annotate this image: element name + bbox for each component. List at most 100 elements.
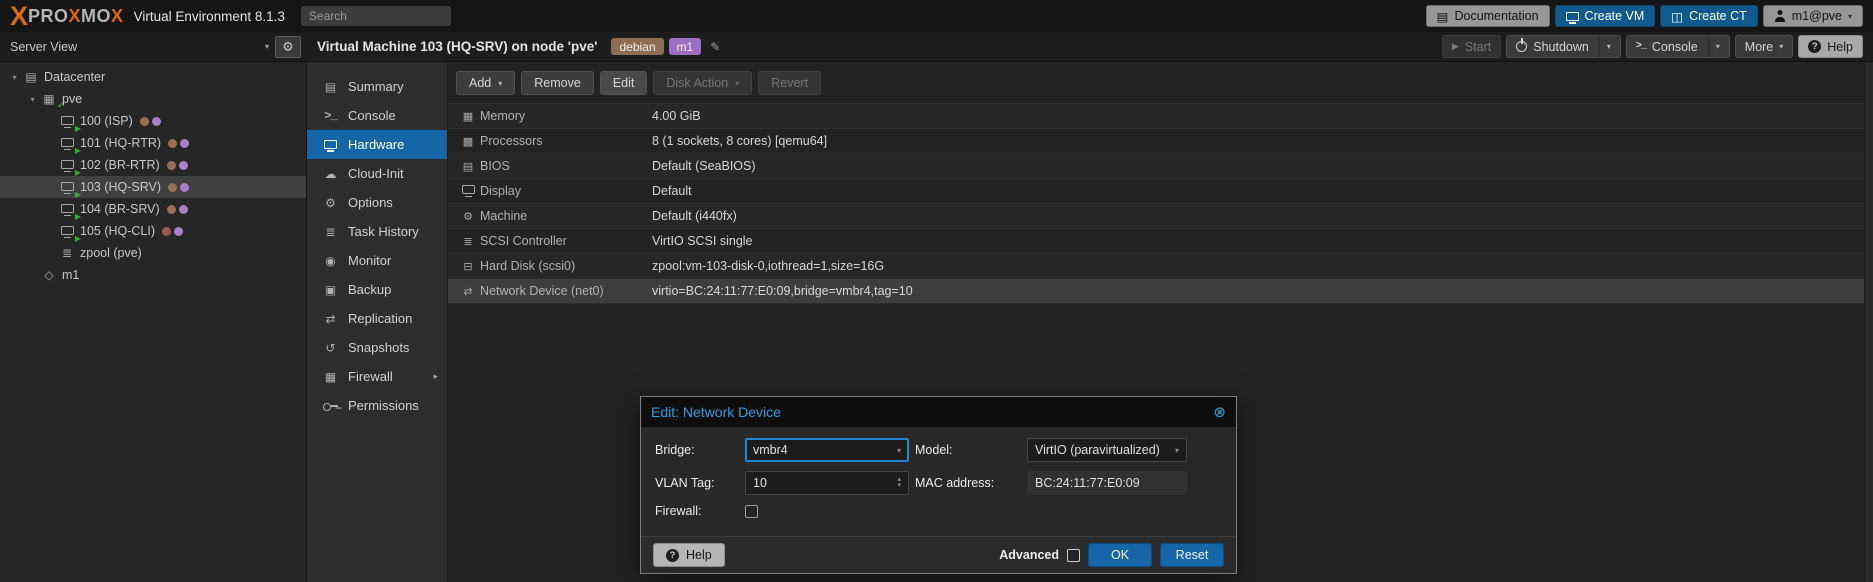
edit-network-device-dialog: Edit: Network Device Bridge: vmbr4 Model… [640,396,1237,574]
tab-console[interactable]: >_Console [307,101,447,130]
create-ct-button[interactable]: Create CT [1660,5,1757,27]
tag-badge: m1 [669,38,702,55]
vm-running-icon [57,136,77,150]
gears-icon [456,210,480,223]
chevron-down-icon[interactable] [1175,446,1179,455]
tab-hardware[interactable]: Hardware [307,130,447,159]
help-button[interactable]: ? Help [1798,35,1863,58]
submenu-arrow-icon [433,371,438,382]
close-icon[interactable] [1213,405,1226,420]
reset-button[interactable]: Reset [1160,543,1224,567]
terminal-icon: >_ [1636,41,1646,52]
user-menu-button[interactable]: m1@pve [1763,5,1863,27]
dialog-header[interactable]: Edit: Network Device [641,397,1236,427]
tab-options[interactable]: Options [307,188,447,217]
resource-tree: Datacenter pve 100 (ISP) 101 (HQ-RTR) [0,62,307,582]
add-button[interactable]: Add [456,71,515,95]
tree-item-vm-101[interactable]: 101 (HQ-RTR) [0,132,306,154]
scrollbar[interactable] [1864,62,1873,582]
vlan-tag-label: VLAN Tag: [655,471,739,495]
display-icon [456,185,480,197]
expander-icon[interactable] [8,73,21,82]
chevron-down-icon[interactable] [265,42,269,51]
gear-icon [322,196,339,210]
page-title: Virtual Machine 103 (HQ-SRV) on node 'pv… [317,39,597,54]
edit-tags-icon[interactable] [710,40,720,54]
tree-item-vm-102[interactable]: 102 (BR-RTR) [0,154,306,176]
edit-button[interactable]: Edit [600,71,648,95]
table-row-hard-disk[interactable]: Hard Disk (scsi0) zpool:vm-103-disk-0,io… [448,254,1873,279]
table-row-scsi-controller[interactable]: SCSI Controller VirtIO SCSI single [448,229,1873,254]
power-icon [1516,41,1527,52]
version-label: Virtual Environment 8.1.3 [134,9,285,24]
remove-button[interactable]: Remove [521,71,594,95]
hardware-icon [322,138,339,152]
table-row-display[interactable]: Display Default [448,179,1873,204]
chip-icon [456,160,480,173]
mac-address-input[interactable]: BC:24:11:77:E0:09 [1027,471,1187,495]
tab-permissions[interactable]: Permissions [307,391,447,420]
tree-item-vm-100[interactable]: 100 (ISP) [0,110,306,132]
create-vm-button[interactable]: Create VM [1555,5,1656,27]
search-input[interactable] [301,6,451,26]
chevron-down-icon[interactable] [1607,42,1611,51]
chevron-down-icon [1848,12,1852,21]
tree-item-tag-m1[interactable]: m1 [0,264,306,286]
spinner-arrows-icon[interactable] [897,477,901,488]
cloud-icon [322,167,339,181]
tree-item-datacenter[interactable]: Datacenter [0,66,306,88]
shutdown-button[interactable]: Shutdown [1506,35,1621,58]
cpu-icon [456,135,480,148]
table-row-bios[interactable]: BIOS Default (SeaBIOS) [448,154,1873,179]
container-cube-icon [1671,9,1683,24]
tab-firewall[interactable]: Firewall [307,362,447,391]
table-row-memory[interactable]: Memory 4.00 GiB [448,104,1873,129]
tab-snapshots[interactable]: Snapshots [307,333,447,362]
start-button[interactable]: Start [1442,35,1501,58]
bridge-combobox[interactable]: vmbr4 [745,438,909,462]
table-row-processors[interactable]: Processors 8 (1 sockets, 8 cores) [qemu6… [448,129,1873,154]
tag-dots [168,183,189,192]
tab-summary[interactable]: Summary [307,72,447,101]
console-button[interactable]: >_ Console [1626,35,1730,58]
tab-replication[interactable]: Replication [307,304,447,333]
expander-icon[interactable] [26,95,39,104]
ok-button[interactable]: OK [1088,543,1152,567]
advanced-checkbox[interactable] [1067,549,1080,562]
view-settings-button[interactable] [275,36,301,58]
tree-item-vm-103[interactable]: 103 (HQ-SRV) [0,176,306,198]
tag-badge: debian [611,38,663,55]
tag-list: debian m1 [611,38,720,55]
model-combobox[interactable]: VirtIO (paravirtualized) [1027,438,1187,462]
chevron-down-icon[interactable] [897,446,901,455]
vlan-tag-spinner[interactable]: 10 [745,471,909,495]
tab-cloud-init[interactable]: Cloud-Init [307,159,447,188]
datacenter-icon [21,70,41,84]
revert-button[interactable]: Revert [758,71,821,95]
list-icon [322,225,339,239]
tree-item-vm-105[interactable]: 105 (HQ-CLI) [0,220,306,242]
server-view-panel: Server View [0,32,307,61]
tab-backup[interactable]: Backup [307,275,447,304]
chevron-down-icon[interactable] [1716,42,1720,51]
tab-task-history[interactable]: Task History [307,217,447,246]
more-button[interactable]: More [1735,35,1794,58]
firewall-field [745,504,909,518]
table-row-machine[interactable]: Machine Default (i440fx) [448,204,1873,229]
server-view-dropdown[interactable]: Server View [10,40,259,54]
table-row-network-device[interactable]: Network Device (net0) virtio=BC:24:11:77… [448,279,1873,304]
vm-menu: Summary >_Console Hardware Cloud-Init Op… [307,62,448,582]
memory-icon [456,110,480,123]
tab-monitor[interactable]: Monitor [307,246,447,275]
disk-action-button[interactable]: Disk Action [653,71,752,95]
top-header-bar: X PRO X MO X Virtual Environment 8.1.3 D… [0,0,1873,32]
hdd-icon [456,260,480,273]
terminal-icon: >_ [322,109,339,123]
firewall-checkbox[interactable] [745,505,758,518]
dialog-help-button[interactable]: ? Help [653,543,725,567]
tree-item-vm-104[interactable]: 104 (BR-SRV) [0,198,306,220]
tree-item-node-pve[interactable]: pve [0,88,306,110]
tree-item-storage-zpool[interactable]: zpool (pve) [0,242,306,264]
logo-x-icon: X [10,3,27,30]
documentation-button[interactable]: Documentation [1426,5,1550,27]
